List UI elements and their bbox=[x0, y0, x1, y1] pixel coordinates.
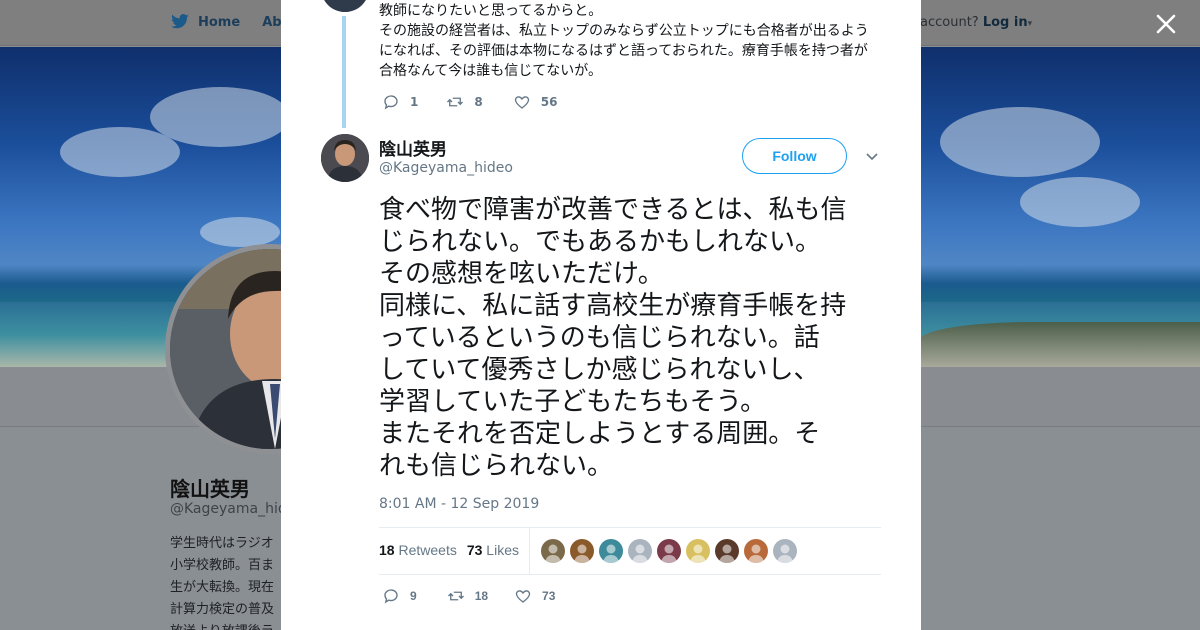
tweet-line: していて優秀さしか感じられないし、 bbox=[379, 355, 820, 385]
nav-home[interactable]: Home bbox=[170, 14, 240, 30]
previous-tweet-avatar[interactable] bbox=[321, 0, 369, 12]
reply-count: 9 bbox=[410, 589, 417, 603]
tweet-line: 食べ物で障害が改善できるとは、私も信 bbox=[379, 195, 847, 225]
previous-tweet-line: 教師になりたいと思ってるからと。 bbox=[379, 3, 603, 19]
heart-icon bbox=[514, 96, 529, 109]
author-handle[interactable]: @Kageyama_hideo bbox=[379, 160, 513, 176]
liker-avatar[interactable] bbox=[570, 539, 594, 563]
likes-stat-label: Likes bbox=[486, 542, 519, 558]
tweet-line: またそれを否定しようとする周囲。そ bbox=[379, 419, 821, 449]
profile-bio-line: 放送より放課後ラ bbox=[170, 621, 280, 630]
tweet-line: っているというのも信じられない。話 bbox=[379, 323, 820, 353]
previous-tweet-text: 教師になりたいと思ってるからと。 その施設の経営者は、私立トップのみならず公立ト… bbox=[379, 1, 879, 81]
login-link[interactable]: Log in bbox=[983, 15, 1028, 30]
previous-tweet-line: その施設の経営者は、私立トップのみならず公立トップにも合格者が出るよう bbox=[379, 23, 869, 39]
heart-icon bbox=[515, 590, 531, 603]
likes-stat[interactable]: 73 Likes bbox=[467, 542, 519, 558]
retweet-icon bbox=[447, 591, 464, 601]
twitter-bird-icon bbox=[171, 14, 189, 29]
reply-icon bbox=[384, 589, 398, 604]
liker-avatar[interactable] bbox=[773, 539, 797, 563]
tweet-line: その感想を呟いただけ。 bbox=[379, 259, 664, 289]
like-count: 56 bbox=[540, 95, 558, 109]
tweet-stats: 18 Retweets 73 Likes bbox=[379, 527, 881, 575]
reply-icon bbox=[384, 95, 398, 110]
previous-tweet-line: になれば、その評価は本物になるはずと語っておられた。療育手帳を持つ者が bbox=[379, 43, 868, 59]
retweet-count: 18 bbox=[474, 589, 489, 603]
profile-bio-line: 学生時代はラジオ bbox=[170, 536, 274, 551]
follow-button[interactable]: Follow bbox=[742, 138, 847, 174]
profile-name: 陰山英男 bbox=[170, 477, 250, 501]
profile-bio-line: 生が大転換。現在 bbox=[170, 580, 275, 595]
liker-avatar[interactable] bbox=[628, 539, 652, 563]
tweet-line: 同様に、私に話す高校生が療育手帳を持 bbox=[379, 291, 847, 321]
profile-handle: @Kageyama_hide bbox=[170, 501, 296, 517]
retweet-button[interactable]: 18 bbox=[447, 587, 488, 605]
author-name[interactable]: 陰山英男 bbox=[379, 135, 447, 160]
chevron-down-icon[interactable] bbox=[864, 149, 880, 165]
profile-bio-line: 計算力検定の普及 bbox=[170, 602, 275, 617]
tweet-permalink-modal: 教師になりたいと思ってるからと。 その施設の経営者は、私立トップのみならず公立ト… bbox=[281, 0, 921, 630]
retweets-stat-label: Retweets bbox=[398, 542, 457, 558]
retweet-button[interactable]: 8 bbox=[446, 93, 483, 111]
author-avatar[interactable] bbox=[321, 134, 369, 182]
previous-tweet-line: 合格なんて今は誰も信じてないが。 bbox=[379, 63, 603, 79]
reply-count: 1 bbox=[410, 95, 419, 109]
like-button[interactable]: 56 bbox=[513, 93, 558, 111]
stats-divider bbox=[529, 528, 530, 575]
liker-avatar[interactable] bbox=[715, 539, 739, 563]
liker-avatar[interactable] bbox=[599, 539, 623, 563]
like-button[interactable]: 73 bbox=[514, 587, 555, 605]
tweet-actions: 9 18 73 bbox=[382, 587, 577, 605]
liker-avatar[interactable] bbox=[686, 539, 710, 563]
retweets-stat[interactable]: 18 Retweets bbox=[379, 542, 457, 558]
retweet-count: 8 bbox=[474, 95, 483, 109]
reply-button[interactable]: 1 bbox=[382, 93, 418, 111]
likes-stat-count: 73 bbox=[466, 542, 483, 558]
profile-bio-line: 小学校教師。百ま bbox=[170, 558, 275, 573]
tweet-text: 食べ物で障害が改善できるとは、私も信 じられない。でもあるかもしれない。 その感… bbox=[379, 194, 889, 482]
previous-tweet-actions: 1 8 56 bbox=[382, 93, 579, 111]
tweet-timestamp[interactable]: 8:01 AM - 12 Sep 2019 bbox=[379, 496, 539, 512]
login-area: account? Log in▾ bbox=[920, 15, 1032, 30]
tweet-line: じられない。でもあるかもしれない。 bbox=[379, 227, 822, 257]
tweet-line: れも信じられない。 bbox=[379, 451, 614, 481]
close-icon[interactable] bbox=[1152, 10, 1180, 38]
retweet-icon bbox=[447, 97, 464, 107]
liker-avatar[interactable] bbox=[541, 539, 565, 563]
account-prompt: account? bbox=[920, 15, 979, 30]
profile-bio: 学生時代はラジオ 小学校教師。百ま 生が大転換。現在 計算力検定の普及 放送より… bbox=[170, 533, 280, 630]
liker-avatars bbox=[541, 539, 797, 563]
reply-button[interactable]: 9 bbox=[382, 587, 417, 605]
thread-connector-line bbox=[342, 16, 346, 128]
nav-home-label: Home bbox=[198, 14, 241, 30]
caret-down-icon: ▾ bbox=[1027, 19, 1033, 29]
retweets-stat-count: 18 bbox=[379, 542, 395, 558]
liker-avatar[interactable] bbox=[657, 539, 681, 563]
like-count: 73 bbox=[542, 589, 556, 603]
liker-avatar[interactable] bbox=[744, 539, 768, 563]
tweet-line: 学習していた子どもたちもそう。 bbox=[379, 387, 767, 417]
